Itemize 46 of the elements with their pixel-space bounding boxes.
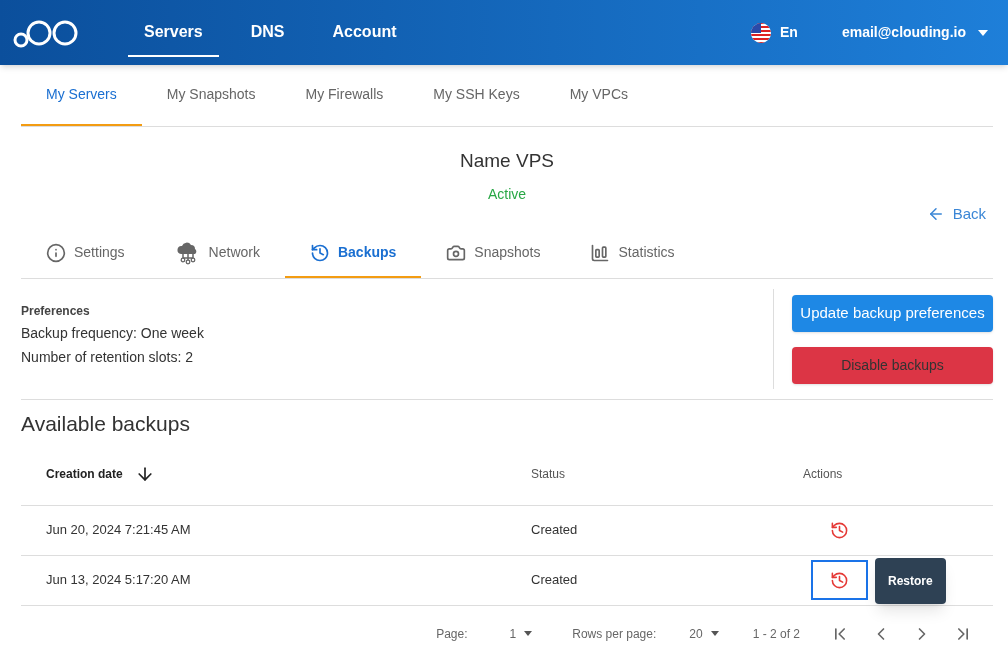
history-icon	[309, 242, 330, 263]
date-cell-text: Jun 13, 2024 5:17:20 AM	[45, 571, 192, 590]
column-header: Status	[531, 466, 566, 483]
caret-icon	[978, 29, 988, 36]
language-selector[interactable]: En	[750, 21, 798, 44]
rows-per-page-label: Rows per page:	[572, 625, 657, 643]
section-heading: Available backups	[21, 411, 191, 437]
nav-tab[interactable]: Servers	[128, 8, 219, 57]
server-tab[interactable]: Settings	[21, 229, 150, 278]
rows-per-page-select[interactable]: 20	[689, 624, 719, 643]
preference-line: Backup frequency: One week	[21, 324, 205, 343]
server-tab[interactable]: Snapshots	[421, 229, 566, 278]
date-cell-text: Jun 20, 2024 7:21:45 AM	[45, 521, 192, 540]
section-tab[interactable]: My Servers	[21, 64, 142, 126]
server-status: Active	[487, 184, 527, 204]
back-link[interactable]: Back	[926, 202, 986, 225]
update-preferences-button[interactable]: Update backup preferences	[792, 294, 993, 332]
status-cell-text: Created	[531, 571, 579, 590]
restore-button[interactable]	[811, 560, 868, 600]
section-tab[interactable]: My Firewalls	[280, 64, 409, 126]
status-cell-text: Created	[531, 521, 579, 540]
restore-icon	[830, 570, 849, 590]
bar-chart-icon	[590, 242, 611, 263]
range-label: 1 - 2 of 2	[752, 625, 800, 643]
tooltip: Restore	[875, 558, 946, 604]
server-tab[interactable]: Statistics	[565, 229, 700, 278]
info-icon	[46, 242, 66, 263]
page-select[interactable]: 1	[509, 624, 533, 643]
nav-tab[interactable]: Account	[316, 8, 413, 57]
preference-line: Number of retention slots: 2	[21, 348, 194, 367]
caret-icon	[710, 631, 719, 636]
us-flag-icon	[750, 21, 772, 44]
page-label: Page:	[436, 625, 468, 643]
preferences-heading: Preferences	[21, 303, 91, 320]
column-header: Actions	[803, 466, 843, 483]
caret-icon	[524, 631, 533, 636]
server-tab[interactable]: Network	[149, 229, 285, 278]
section-tab[interactable]: My VPCs	[544, 64, 653, 126]
server-tab[interactable]: Backups	[284, 229, 422, 278]
column-header[interactable]: Creation date	[46, 465, 123, 483]
section-tab[interactable]: My SSH Keys	[408, 64, 545, 126]
nav-tab[interactable]: DNS	[234, 8, 301, 57]
user-menu[interactable]: email@clouding.io	[841, 22, 988, 43]
server-name: Name VPS	[460, 149, 554, 173]
section-tab[interactable]: My Snapshots	[141, 64, 281, 126]
restore-icon	[830, 520, 849, 540]
